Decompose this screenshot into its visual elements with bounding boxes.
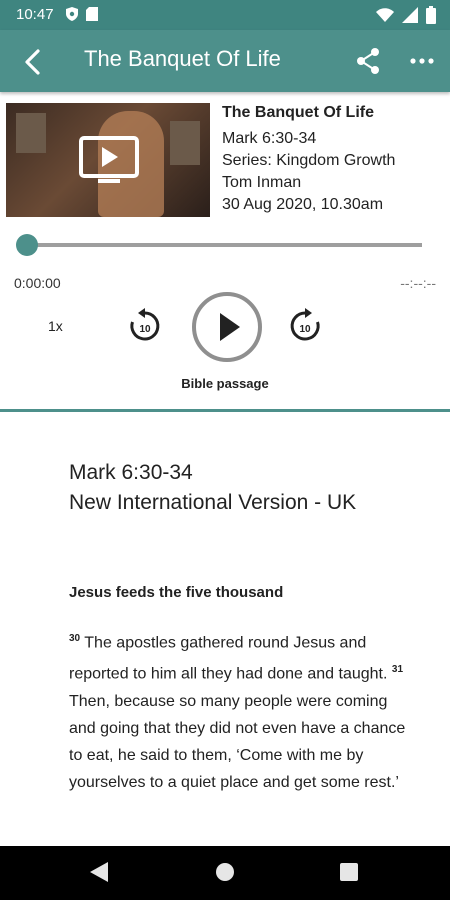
playback-speed-button[interactable]: 1x: [48, 318, 63, 334]
nav-recents-icon[interactable]: [340, 863, 358, 881]
total-time: --:--:--: [400, 275, 436, 291]
forward-seconds: 10: [299, 324, 311, 335]
app-bar: The Banquet Of Life: [0, 30, 450, 92]
sd-card-icon: [86, 7, 98, 21]
seek-bar-thumb[interactable]: [16, 234, 38, 256]
sermon-title: The Banquet Of Life: [222, 104, 374, 121]
rewind-10-icon[interactable]: 10: [128, 308, 162, 342]
tab-bible-passage[interactable]: Bible passage: [0, 376, 450, 391]
app-bar-title: The Banquet Of Life: [84, 46, 281, 71]
navigation-bar: [0, 846, 450, 900]
sermon-reference: Mark 6:30-34: [222, 130, 317, 147]
passage-reference: Mark 6:30-34: [69, 461, 193, 484]
seek-bar[interactable]: [28, 243, 422, 247]
thumbnail-window: [170, 121, 200, 165]
sermon-speaker: Tom Inman: [222, 174, 302, 191]
sermon-date: 30 Aug 2020, 10.30am: [222, 196, 384, 213]
nav-home-icon[interactable]: [216, 863, 234, 881]
video-icon[interactable]: [78, 135, 140, 187]
verse-text: Then, because so many people were coming…: [69, 692, 406, 791]
sermon-info: The Banquet Of Life Mark 6:30-34 Series:…: [222, 104, 395, 216]
play-button[interactable]: [192, 292, 262, 362]
battery-icon: [426, 6, 436, 24]
bible-passage: Mark 6:30-34 New International Version -…: [69, 458, 409, 796]
passage-version: New International Version - UK: [69, 491, 357, 514]
wifi-icon: [376, 8, 394, 22]
verse-number: 30: [69, 633, 81, 644]
share-icon[interactable]: [355, 47, 381, 75]
status-time: 10:47: [16, 6, 54, 23]
passage-heading: Jesus feeds the five thousand: [69, 584, 284, 601]
tab-indicator: [0, 409, 450, 412]
status-bar: 10:47: [0, 0, 450, 30]
verse-number: 31: [391, 664, 404, 676]
nav-back-icon[interactable]: [90, 862, 108, 882]
verse-text: The apostles gathered round Jesus and re…: [69, 634, 388, 683]
sermon-series: Series: Kingdom Growth: [222, 152, 396, 169]
back-arrow-icon[interactable]: [18, 47, 48, 77]
shield-icon: [66, 7, 78, 21]
forward-10-icon[interactable]: 10: [288, 308, 322, 342]
play-icon: [220, 313, 240, 341]
thumbnail-window: [16, 113, 46, 153]
status-notification-icons: [66, 7, 98, 21]
status-system-icons: [376, 6, 436, 24]
more-icon[interactable]: [410, 49, 434, 73]
current-time: 0:00:00: [14, 275, 61, 291]
rewind-seconds: 10: [139, 324, 151, 335]
passage-text: 30 The apostles gathered round Jesus and…: [69, 625, 409, 796]
signal-icon: [402, 7, 418, 23]
video-thumbnail[interactable]: [6, 103, 210, 217]
